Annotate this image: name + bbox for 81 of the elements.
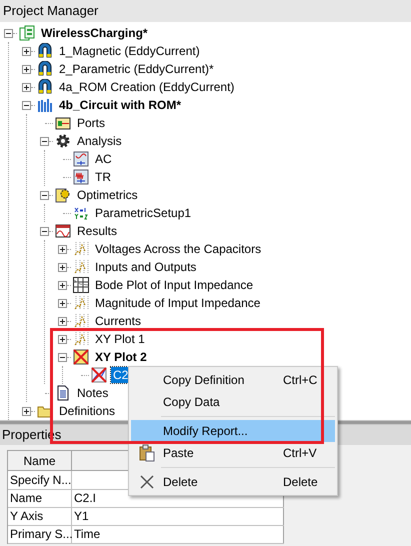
menu-label: Copy Definition <box>163 372 246 389</box>
plot-icon <box>73 295 89 311</box>
menu-shortcut: Delete <box>283 474 319 491</box>
tree-item[interactable]: Optimetrics <box>75 187 140 203</box>
tree-item[interactable]: 4a_ROM Creation (EddyCurrent) <box>57 79 236 95</box>
collapse-icon[interactable] <box>4 28 13 38</box>
menu-label: Delete <box>163 474 199 491</box>
tree-item[interactable]: XY Plot 1 <box>93 331 147 347</box>
collapse-icon[interactable] <box>40 226 49 236</box>
tree-item[interactable]: 1_Magnetic (EddyCurrent) <box>57 43 202 59</box>
plot-icon <box>73 259 89 275</box>
menu-item[interactable]: Modify Report... <box>131 420 335 442</box>
menu-item[interactable]: Paste Ctrl+V <box>131 442 335 464</box>
tree-item[interactable]: Notes <box>75 385 110 401</box>
tree-item[interactable]: AC <box>93 151 114 167</box>
tree-item[interactable]: Voltages Across the Capacitors <box>93 241 264 257</box>
expand-icon[interactable] <box>58 280 67 290</box>
menu-label: Modify Report... <box>163 423 249 440</box>
menu-label: Copy Data <box>163 394 221 411</box>
table-cell: Name <box>8 489 72 508</box>
collapse-icon[interactable] <box>40 136 49 146</box>
table-cell: Y Axis <box>8 507 72 526</box>
tree-item[interactable]: Currents <box>93 313 144 329</box>
collapse-icon[interactable] <box>22 100 31 110</box>
panel-title: Project Manager <box>3 2 98 20</box>
menu-item[interactable]: Copy Data <box>131 391 335 413</box>
delete-icon <box>140 475 154 489</box>
expand-icon[interactable] <box>58 244 67 254</box>
optimetrics-icon <box>55 187 71 203</box>
tree-item[interactable]: TR <box>93 169 113 185</box>
bode-plot-icon <box>73 277 89 293</box>
table-cell: Y1 <box>72 507 284 526</box>
tree-item[interactable]: Bode Plot of Input Impedance <box>93 277 256 293</box>
crossed-plot-icon <box>73 349 89 365</box>
magnet-icon <box>37 79 53 95</box>
tree-item[interactable]: Analysis <box>75 133 124 149</box>
tree-item[interactable]: Definitions <box>57 403 118 419</box>
menu-label: Paste <box>163 445 195 462</box>
expand-icon[interactable] <box>22 82 31 92</box>
collapse-icon[interactable] <box>40 190 49 200</box>
expand-icon[interactable] <box>58 316 67 326</box>
expand-icon[interactable] <box>58 334 67 344</box>
magnet-icon <box>37 61 53 77</box>
plot-icon <box>73 331 89 347</box>
expand-icon[interactable] <box>58 262 67 272</box>
ac-setup-icon <box>73 151 89 167</box>
circuit-icon <box>37 97 53 113</box>
results-icon <box>55 223 71 239</box>
tree-item[interactable]: Inputs and Outputs <box>93 259 198 275</box>
expand-icon[interactable] <box>22 46 31 56</box>
table-cell: Time <box>72 525 284 544</box>
tree-item[interactable]: WirelessCharging* <box>39 25 150 41</box>
tree-item[interactable]: Ports <box>75 115 108 131</box>
magnet-icon <box>37 43 53 59</box>
tree-item[interactable]: C2 <box>111 367 130 383</box>
tr-setup-icon <box>73 169 89 185</box>
tree-item[interactable]: XY Plot 2 <box>93 349 149 365</box>
plot-icon <box>73 313 89 329</box>
crossed-trace-icon <box>91 367 107 383</box>
menu-item[interactable]: Copy Definition Ctrl+C <box>131 369 335 391</box>
tree-item[interactable]: 4b_Circuit with ROM* <box>57 97 184 113</box>
expand-icon[interactable] <box>22 406 31 416</box>
notes-icon <box>55 385 71 401</box>
parametric-icon <box>73 205 89 221</box>
menu-shortcut: Ctrl+V <box>283 445 318 462</box>
plot-icon <box>73 241 89 257</box>
tree-item[interactable]: 2_Parametric (EddyCurrent)* <box>57 61 216 77</box>
expand-icon[interactable] <box>22 64 31 74</box>
gear-icon <box>55 133 71 149</box>
ports-icon <box>55 115 71 131</box>
collapse-icon[interactable] <box>58 352 67 362</box>
tree-item[interactable]: Magnitude of Imput Impedance <box>93 295 262 311</box>
tree-item[interactable]: Results <box>75 223 120 239</box>
clipboard-icon <box>138 444 156 462</box>
menu-shortcut: Ctrl+C <box>283 372 318 389</box>
tree-item[interactable]: ParametricSetup1 <box>93 205 194 221</box>
expand-icon[interactable] <box>58 298 67 308</box>
table-cell: Primary S... <box>8 525 72 544</box>
table-cell: Specify N... <box>8 471 72 490</box>
project-icon <box>19 25 35 41</box>
column-header[interactable]: Name <box>8 451 72 471</box>
